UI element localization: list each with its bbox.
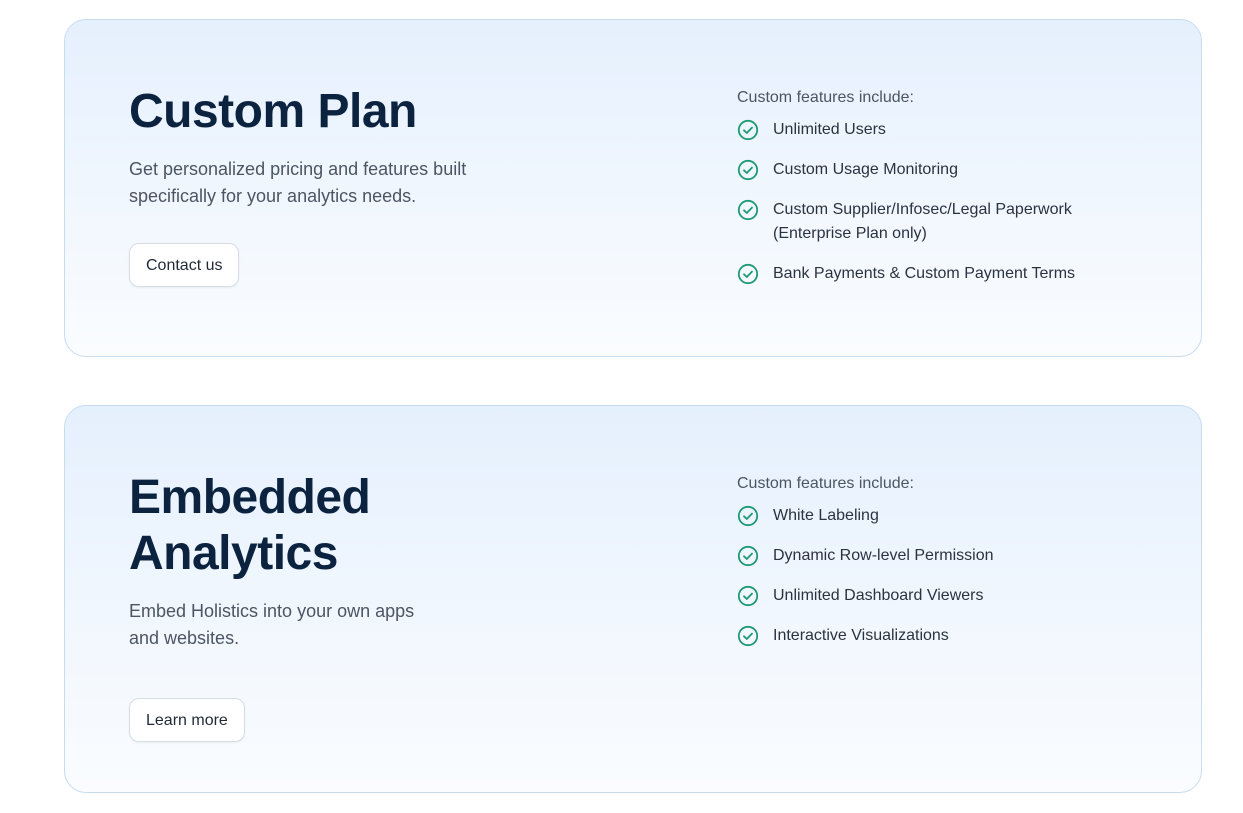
feature-item: Custom Usage Monitoring [737,158,1137,182]
custom-plan-description: Get personalized pricing and features bu… [129,159,467,206]
feature-label: Unlimited Users [773,121,886,138]
feature-item: Custom Supplier/Infosec/Legal Paperwork … [737,198,1137,246]
check-circle-icon [737,119,759,141]
feature-item: Dynamic Row-level Permission [737,544,1137,568]
features-heading: Custom features include: [737,475,914,492]
feature-item: Unlimited Dashboard Viewers [737,584,1137,608]
embedded-analytics-features: Custom features include: White Labeling … [737,474,1137,664]
learn-more-button[interactable]: Learn more [129,698,245,742]
embedded-analytics-intro: Embedded Analytics Embed Holistics into … [129,470,439,742]
check-circle-icon [737,159,759,181]
check-circle-icon [737,585,759,607]
features-heading: Custom features include: [737,89,914,106]
feature-label: Dynamic Row-level Permission [773,547,994,564]
feature-item: White Labeling [737,504,1137,528]
embedded-analytics-title: Embedded Analytics [129,471,371,580]
feature-label: Custom Usage Monitoring [773,161,958,178]
custom-plan-card: Custom Plan Get personalized pricing and… [64,19,1202,357]
check-circle-icon [737,505,759,527]
custom-plan-features: Custom features include: Unlimited Users… [737,88,1137,302]
feature-label: Custom Supplier/Infosec/Legal Paperwork … [773,201,1072,242]
feature-item: Interactive Visualizations [737,624,1137,648]
check-circle-icon [737,263,759,285]
check-circle-icon [737,199,759,221]
check-circle-icon [737,625,759,647]
feature-item: Unlimited Users [737,118,1137,142]
check-circle-icon [737,545,759,567]
feature-label: Interactive Visualizations [773,627,949,644]
contact-us-button[interactable]: Contact us [129,243,240,287]
feature-label: White Labeling [773,507,879,524]
embedded-analytics-card: Embedded Analytics Embed Holistics into … [64,405,1202,793]
feature-item: Bank Payments & Custom Payment Terms [737,262,1137,286]
feature-label: Bank Payments & Custom Payment Terms [773,265,1076,282]
custom-plan-intro: Custom Plan Get personalized pricing and… [129,84,499,287]
embedded-analytics-description: Embed Holistics into your own apps and w… [129,601,415,648]
custom-plan-title: Custom Plan [129,85,417,138]
feature-label: Unlimited Dashboard Viewers [773,587,984,604]
